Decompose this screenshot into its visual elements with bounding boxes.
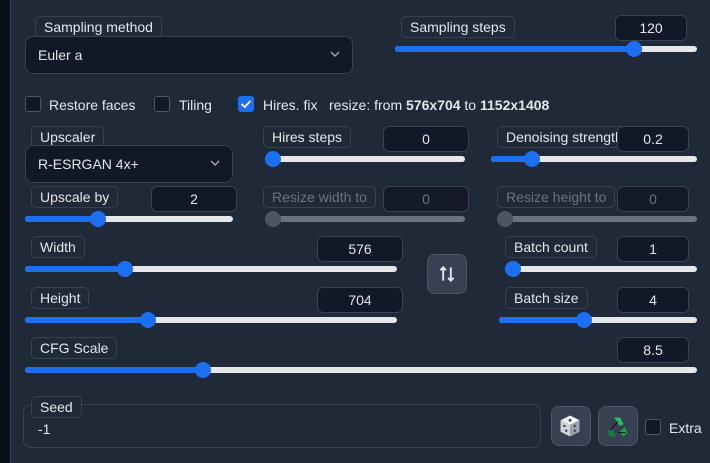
hires-fix-checkbox[interactable] <box>238 96 254 112</box>
chevron-down-icon <box>210 160 220 167</box>
slider-thumb[interactable] <box>625 41 642 57</box>
slider-thumb[interactable] <box>139 312 156 328</box>
cfg-scale-slider[interactable] <box>25 361 697 379</box>
resize-width-input[interactable]: 0 <box>383 186 469 212</box>
width-label: Width <box>31 236 85 258</box>
resize-height-slider[interactable] <box>497 210 697 228</box>
slider-thumb[interactable] <box>497 211 513 227</box>
slider-thumb[interactable] <box>576 312 593 328</box>
sampling-steps-slider[interactable] <box>395 40 697 58</box>
slider-thumb[interactable] <box>524 151 541 167</box>
chevron-down-icon <box>330 51 340 58</box>
batch-size-slider[interactable] <box>499 311 697 329</box>
hires-steps-label: Hires steps <box>263 126 352 148</box>
hires-steps-slider[interactable] <box>265 150 465 168</box>
resize-width-slider[interactable] <box>265 210 465 228</box>
sampling-method-dropdown[interactable]: Euler a <box>25 36 353 74</box>
slider-thumb[interactable] <box>265 151 281 167</box>
resize-height-label: Resize height to <box>497 186 616 208</box>
sampling-method-label: Sampling method <box>35 16 162 38</box>
upscale-by-input[interactable]: 2 <box>151 186 237 212</box>
denoising-strength-label: Denoising strength <box>497 126 632 148</box>
batch-size-input[interactable]: 4 <box>617 287 689 313</box>
batch-count-label: Batch count <box>505 236 597 258</box>
height-slider[interactable] <box>25 311 397 329</box>
slider-thumb[interactable] <box>117 261 134 277</box>
extra-seed-label: Extra <box>669 420 702 436</box>
denoising-strength-slider[interactable] <box>491 150 697 168</box>
swap-vertical-icon <box>439 266 455 282</box>
cfg-scale-input[interactable]: 8.5 <box>617 337 689 363</box>
resize-width-label: Resize width to <box>263 186 376 208</box>
resize-height-input[interactable]: 0 <box>617 186 689 212</box>
tiling-checkbox[interactable] <box>154 96 170 112</box>
resize-info-text: resize: from 576x704 to 1152x1408 <box>329 97 550 113</box>
upscaler-value: R-ESRGAN 4x+ <box>38 156 139 172</box>
dice-icon <box>560 415 580 437</box>
hires-steps-input[interactable]: 0 <box>383 126 469 152</box>
seed-input-box[interactable]: -1 <box>23 404 541 448</box>
sampling-steps-input[interactable]: 120 <box>615 15 687 41</box>
batch-count-slider[interactable] <box>505 260 697 278</box>
restore-faces-checkbox[interactable] <box>25 96 41 112</box>
cfg-scale-label: CFG Scale <box>31 337 118 359</box>
sampling-method-value: Euler a <box>38 47 83 63</box>
slider-thumb[interactable] <box>265 211 281 227</box>
width-input[interactable]: 576 <box>317 236 403 262</box>
generation-settings-panel: Sampling method Euler a Sampling steps 1… <box>10 0 710 463</box>
swap-dimensions-button[interactable] <box>427 254 467 294</box>
denoising-strength-input[interactable]: 0.2 <box>617 126 689 152</box>
height-input[interactable]: 704 <box>317 287 403 313</box>
upscale-by-slider[interactable] <box>25 210 233 228</box>
height-label: Height <box>31 287 90 309</box>
random-seed-button[interactable] <box>551 406 591 446</box>
upscaler-dropdown[interactable]: R-ESRGAN 4x+ <box>25 145 233 183</box>
recycle-icon <box>607 417 628 437</box>
restore-faces-label: Restore faces <box>49 97 136 113</box>
sampling-steps-label: Sampling steps <box>401 16 515 38</box>
batch-size-label: Batch size <box>505 287 588 309</box>
check-icon <box>241 100 252 109</box>
upscale-by-label: Upscale by <box>31 186 119 208</box>
hires-fix-label: Hires. fix <box>263 97 318 113</box>
width-slider[interactable] <box>25 260 397 278</box>
seed-label: Seed <box>31 396 82 418</box>
extra-seed-checkbox[interactable] <box>645 419 661 435</box>
batch-count-input[interactable]: 1 <box>617 236 689 262</box>
slider-thumb[interactable] <box>195 362 212 378</box>
slider-thumb[interactable] <box>505 261 521 277</box>
seed-input[interactable]: -1 <box>38 421 50 437</box>
tiling-label: Tiling <box>179 97 212 113</box>
slider-thumb[interactable] <box>89 211 106 227</box>
reuse-seed-button[interactable] <box>598 406 638 446</box>
